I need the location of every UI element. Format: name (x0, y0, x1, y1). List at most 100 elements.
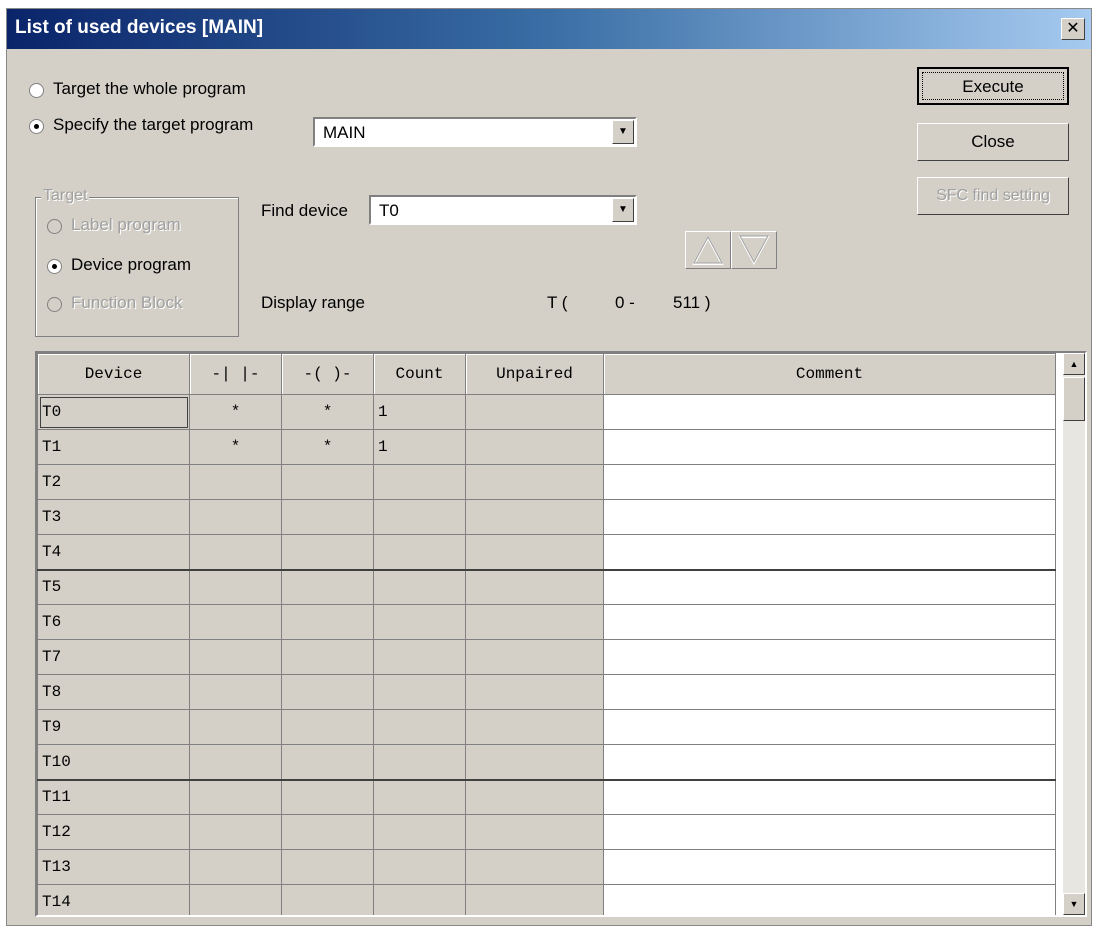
cell-unpaired[interactable] (465, 464, 604, 500)
title-bar[interactable]: List of used devices [MAIN] ✕ (7, 9, 1091, 49)
cell-coil[interactable] (281, 499, 374, 535)
radio-device-program-label[interactable]: Device program (71, 255, 191, 275)
cell-coil[interactable] (281, 744, 374, 780)
scroll-thumb[interactable] (1063, 377, 1085, 421)
cell-contact[interactable]: * (189, 394, 282, 430)
cell-coil[interactable] (281, 674, 374, 710)
cell-contact[interactable] (189, 709, 282, 745)
cell-comment[interactable] (603, 534, 1056, 570)
cell-device[interactable]: T1 (37, 429, 190, 465)
table-row[interactable]: T8 (37, 674, 1056, 710)
cell-unpaired[interactable] (465, 674, 604, 710)
table-row[interactable]: T5 (37, 568, 1056, 605)
cell-count[interactable] (373, 499, 466, 535)
cell-comment[interactable] (603, 429, 1056, 465)
cell-contact[interactable] (189, 464, 282, 500)
close-icon[interactable]: ✕ (1061, 18, 1085, 40)
cell-coil[interactable] (281, 604, 374, 640)
cell-device[interactable]: T12 (37, 814, 190, 850)
cell-unpaired[interactable] (465, 744, 604, 780)
table-row[interactable]: T7 (37, 639, 1056, 675)
cell-comment[interactable] (603, 394, 1056, 430)
cell-device[interactable]: T13 (37, 849, 190, 885)
cell-unpaired[interactable] (465, 568, 604, 605)
chevron-down-icon[interactable]: ▼ (612, 198, 634, 222)
radio-whole-program-label[interactable]: Target the whole program (53, 79, 246, 99)
table-row[interactable]: T2 (37, 464, 1056, 500)
cell-device[interactable]: T10 (37, 744, 190, 780)
cell-count[interactable]: 1 (373, 429, 466, 465)
col-header-device[interactable]: Device (37, 353, 190, 395)
cell-unpaired[interactable] (465, 849, 604, 885)
cell-count[interactable] (373, 884, 466, 915)
cell-comment[interactable] (603, 568, 1056, 605)
cell-unpaired[interactable] (465, 814, 604, 850)
cell-comment[interactable] (603, 884, 1056, 915)
col-header-unpaired[interactable]: Unpaired (465, 353, 604, 395)
target-program-select[interactable]: MAIN ▼ (313, 117, 637, 147)
cell-comment[interactable] (603, 814, 1056, 850)
cell-device[interactable]: T11 (37, 778, 190, 815)
cell-unpaired[interactable] (465, 394, 604, 430)
find-previous-button[interactable] (685, 231, 731, 269)
cell-count[interactable] (373, 464, 466, 500)
cell-coil[interactable]: * (281, 394, 374, 430)
cell-device[interactable]: T9 (37, 709, 190, 745)
cell-count[interactable] (373, 778, 466, 815)
cell-unpaired[interactable] (465, 884, 604, 915)
cell-comment[interactable] (603, 778, 1056, 815)
table-row[interactable]: T0 * * 1 (37, 394, 1056, 430)
cell-device[interactable]: T6 (37, 604, 190, 640)
cell-count[interactable] (373, 639, 466, 675)
cell-contact[interactable] (189, 499, 282, 535)
radio-specify-program[interactable] (29, 119, 44, 134)
cell-unpaired[interactable] (465, 778, 604, 815)
cell-count[interactable] (373, 744, 466, 780)
cell-coil[interactable] (281, 884, 374, 915)
cell-comment[interactable] (603, 604, 1056, 640)
radio-specify-program-label[interactable]: Specify the target program (53, 115, 253, 135)
chevron-down-icon[interactable]: ▼ (612, 120, 634, 144)
cell-coil[interactable] (281, 568, 374, 605)
cell-comment[interactable] (603, 709, 1056, 745)
cell-device[interactable]: T4 (37, 534, 190, 570)
cell-device[interactable]: T14 (37, 884, 190, 915)
device-list-table[interactable]: Device -| |- -( )- Count Unpaired Commen… (35, 351, 1087, 917)
cell-contact[interactable] (189, 604, 282, 640)
cell-comment[interactable] (603, 849, 1056, 885)
cell-unpaired[interactable] (465, 709, 604, 745)
cell-unpaired[interactable] (465, 639, 604, 675)
table-row[interactable]: T11 (37, 778, 1056, 815)
table-row[interactable]: T12 (37, 814, 1056, 850)
cell-comment[interactable] (603, 464, 1056, 500)
cell-count[interactable] (373, 604, 466, 640)
cell-device[interactable]: T7 (37, 639, 190, 675)
cell-device[interactable]: T3 (37, 499, 190, 535)
radio-device-program[interactable] (47, 259, 62, 274)
cell-contact[interactable] (189, 884, 282, 915)
table-row[interactable]: T3 (37, 499, 1056, 535)
cell-contact[interactable] (189, 744, 282, 780)
col-header-count[interactable]: Count (373, 353, 466, 395)
cell-comment[interactable] (603, 674, 1056, 710)
close-button[interactable]: Close (917, 123, 1069, 161)
cell-device[interactable]: T0 (37, 394, 190, 430)
cell-count[interactable] (373, 674, 466, 710)
cell-contact[interactable] (189, 814, 282, 850)
cell-contact[interactable] (189, 674, 282, 710)
execute-button[interactable]: Execute (917, 67, 1069, 105)
find-device-select[interactable]: T0 ▼ (369, 195, 637, 225)
table-row[interactable]: T4 (37, 534, 1056, 570)
cell-count[interactable] (373, 849, 466, 885)
cell-contact[interactable] (189, 568, 282, 605)
cell-device[interactable]: T2 (37, 464, 190, 500)
cell-coil[interactable] (281, 534, 374, 570)
cell-unpaired[interactable] (465, 429, 604, 465)
table-row[interactable]: T9 (37, 709, 1056, 745)
vertical-scrollbar[interactable]: ▲ ▼ (1063, 353, 1085, 915)
cell-device[interactable]: T8 (37, 674, 190, 710)
cell-contact[interactable] (189, 849, 282, 885)
cell-coil[interactable] (281, 709, 374, 745)
table-row[interactable]: T1 * * 1 (37, 429, 1056, 465)
cell-coil[interactable] (281, 639, 374, 675)
